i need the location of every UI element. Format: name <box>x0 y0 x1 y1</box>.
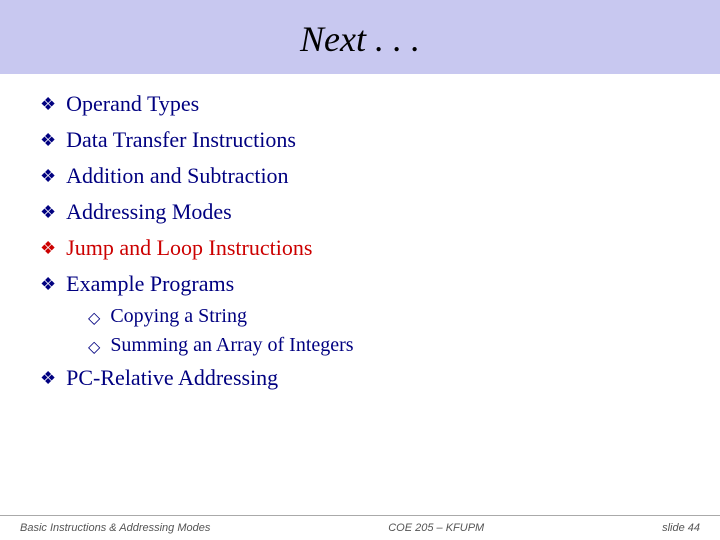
slide-header: Next . . . <box>0 0 720 74</box>
slide-content: ❖ Operand Types ❖ Data Transfer Instruction… <box>0 74 720 515</box>
bullet-symbol-operand-types: ❖ <box>40 94 56 115</box>
bullet-symbol-jump-loop: ❖ <box>40 238 56 259</box>
bullet-text-addition: Addition and Subtraction <box>66 163 288 189</box>
sub-bullet-item-copying-string: ◇ Copying a String <box>88 302 680 331</box>
footer-right: slide 44 <box>662 522 700 534</box>
slide: Next . . . ❖ Operand Types ❖ Data Transfer … <box>0 0 720 540</box>
footer-left: Basic Instructions & Addressing Modes <box>20 522 210 534</box>
slide-title: Next . . . <box>300 19 420 59</box>
bullet-symbol-example-programs: ❖ <box>40 274 56 295</box>
bullet-text-example-programs: Example Programs <box>66 271 234 297</box>
bullet-item-data-transfer: ❖ Data Transfer Instructions <box>40 122 680 158</box>
bullet-text-data-transfer: Data Transfer Instructions <box>66 127 296 153</box>
bullet-item-example-programs: ❖ Example Programs <box>40 266 680 302</box>
bullet-symbol-pc-relative: ❖ <box>40 368 56 389</box>
footer-center: COE 205 – KFUPM <box>388 522 484 534</box>
bullet-symbol-data-transfer: ❖ <box>40 130 56 151</box>
bullet-item-pc-relative: ❖ PC-Relative Addressing <box>40 360 680 396</box>
bullet-text-operand-types: Operand Types <box>66 91 199 117</box>
bullet-item-operand-types: ❖ Operand Types <box>40 86 680 122</box>
bullet-text-addressing-modes: Addressing Modes <box>66 199 232 225</box>
slide-footer: Basic Instructions & Addressing Modes CO… <box>0 515 720 540</box>
bullet-text-jump-loop: Jump and Loop Instructions <box>66 235 312 261</box>
bullet-item-jump-loop: ❖ Jump and Loop Instructions <box>40 230 680 266</box>
sub-bullet-symbol-summing-array: ◇ <box>88 337 100 357</box>
sub-bullet-text-copying-string: Copying a String <box>110 305 247 328</box>
bullet-symbol-addition: ❖ <box>40 166 56 187</box>
bullet-item-addition: ❖ Addition and Subtraction <box>40 158 680 194</box>
sub-bullet-symbol-copying-string: ◇ <box>88 308 100 328</box>
bullet-symbol-addressing-modes: ❖ <box>40 202 56 223</box>
bullet-text-pc-relative: PC-Relative Addressing <box>66 365 278 391</box>
sub-bullet-item-summing-array: ◇ Summing an Array of Integers <box>88 331 680 360</box>
bullet-item-addressing-modes: ❖ Addressing Modes <box>40 194 680 230</box>
sub-bullet-text-summing-array: Summing an Array of Integers <box>110 334 353 357</box>
